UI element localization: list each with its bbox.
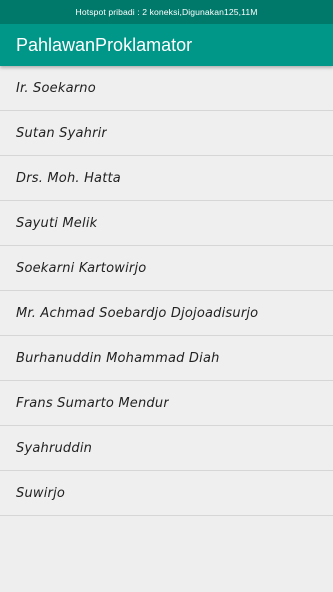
list-item-label: Frans Sumarto Mendur <box>16 395 169 411</box>
list-item[interactable]: Mr. Achmad Soebardjo Djojoadisurjo <box>0 291 333 336</box>
list-item-label: Mr. Achmad Soebardjo Djojoadisurjo <box>16 305 259 321</box>
list-item[interactable]: Syahruddin <box>0 426 333 471</box>
list-item-label: Ir. Soekarno <box>16 80 96 96</box>
list-item-label: Sayuti Melik <box>16 215 98 231</box>
list-item[interactable]: Ir. Soekarno <box>0 66 333 111</box>
list-item[interactable]: Sutan Syahrir <box>0 111 333 156</box>
app-title: PahlawanProklamator <box>16 34 193 55</box>
hero-list: Ir. Soekarno Sutan Syahrir Drs. Moh. Hat… <box>0 66 333 516</box>
list-item[interactable]: Burhanuddin Mohammad Diah <box>0 336 333 381</box>
app-bar: PahlawanProklamator <box>0 24 333 66</box>
list-item[interactable]: Drs. Moh. Hatta <box>0 156 333 201</box>
list-item-label: Soekarni Kartowirjo <box>16 260 147 276</box>
list-item-label: Burhanuddin Mohammad Diah <box>16 350 220 366</box>
list-item[interactable]: Sayuti Melik <box>0 201 333 246</box>
status-bar: Hotspot pribadi : 2 koneksi,Digunakan125… <box>0 0 333 24</box>
list-item[interactable]: Soekarni Kartowirjo <box>0 246 333 291</box>
list-item-label: Drs. Moh. Hatta <box>16 170 121 186</box>
list-item-label: Suwirjo <box>16 485 66 501</box>
status-bar-text: Hotspot pribadi : 2 koneksi,Digunakan125… <box>75 7 258 17</box>
list-item[interactable]: Frans Sumarto Mendur <box>0 381 333 426</box>
list-item-label: Sutan Syahrir <box>16 125 107 141</box>
list-item-label: Syahruddin <box>16 440 93 456</box>
list-item[interactable]: Suwirjo <box>0 471 333 516</box>
